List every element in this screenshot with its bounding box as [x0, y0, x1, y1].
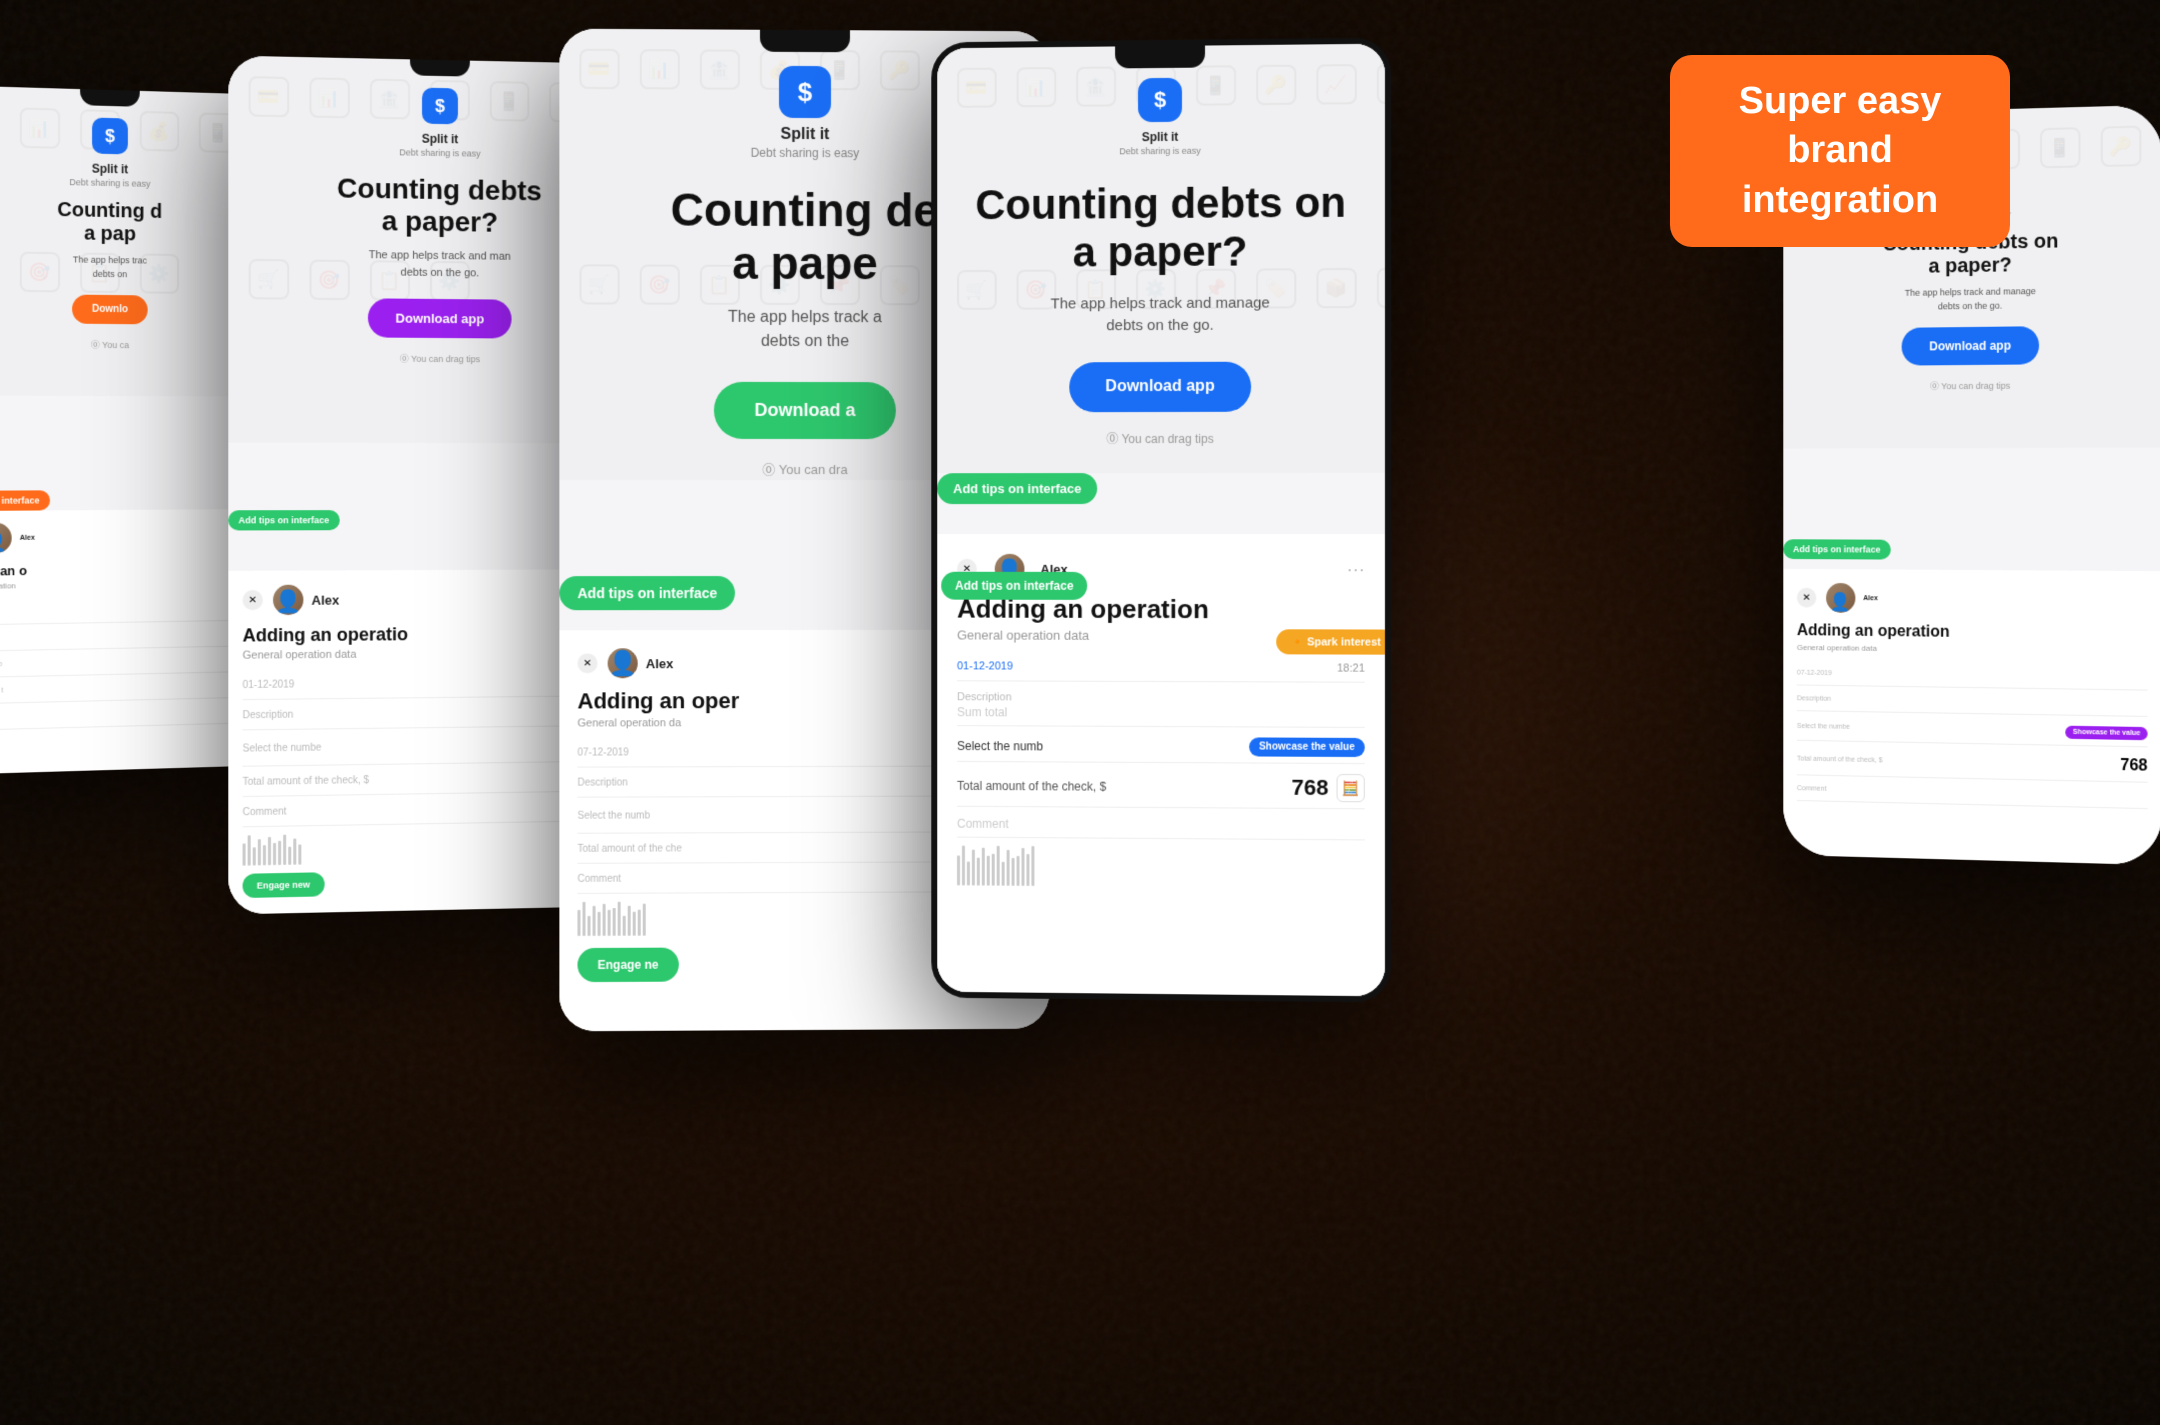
modal-user-5: Alex — [1863, 595, 1878, 602]
app-name-2: Split it — [422, 132, 459, 147]
engage-button-2[interactable]: Engage new — [243, 872, 325, 898]
phone-modal-4: ✕ 👤 Alex ⋯ Adding an operation General o… — [937, 534, 1385, 996]
app-screen-4: 💳📊🏦💰 📱🔑📈💵 🛒🎯📋⚙️ 📌🏷️📦🔔 $ Split it Debt sh… — [937, 44, 1385, 997]
app-name-1: Split it — [92, 162, 128, 177]
modal-user-1: Alex — [20, 534, 35, 541]
app-logo-3: $ — [779, 66, 831, 118]
app-logo-4: $ — [1138, 78, 1182, 122]
modal-subtitle-1: General operation — [0, 578, 265, 591]
download-button-5[interactable]: Download app — [1902, 326, 2039, 365]
notch-4 — [1115, 46, 1205, 69]
total-label-4: Total amount of the check, $ — [957, 779, 1292, 795]
notch-3 — [760, 30, 850, 52]
desc-hint-4: Sum total — [957, 705, 1365, 721]
modal-user-2: Alex — [311, 592, 339, 607]
select-label-4: Select the numb — [957, 739, 1249, 754]
showcase-badge-5: Showcase the value — [2066, 726, 2148, 741]
app-tagline-4: Debt sharing is easy — [1119, 146, 1200, 157]
app-headline-1: Counting da pap — [43, 199, 176, 247]
spark-badge: 🔸 Spark interest — [1276, 629, 1385, 654]
modal-close-3[interactable]: ✕ — [577, 653, 597, 673]
app-headline-2: Counting debtsa paper? — [317, 172, 562, 240]
modal-user-3: Alex — [646, 656, 674, 671]
app-headline-3: Counting dea pape — [641, 183, 969, 290]
modal-title-5: Adding an operation — [1797, 622, 2148, 644]
modal-avatar-5: 👤 — [1826, 583, 1855, 613]
comment-label-4: Comment — [957, 817, 1009, 831]
tip-badge-2: Add tips on interface — [228, 510, 339, 530]
tip-badge-1: Add tips on interface — [0, 490, 50, 511]
engage-button-3[interactable]: Engage ne — [577, 948, 678, 983]
app-desc-1: The app helps tracdebts on — [59, 253, 161, 281]
download-button-4[interactable]: Download app — [1070, 361, 1251, 412]
app-name-4: Split it — [1142, 130, 1179, 144]
drag-hint-3: ⓪ You can dra — [762, 459, 847, 478]
modal-avatar-2: 👤 — [273, 585, 303, 615]
app-tagline-3: Debt sharing is easy — [751, 146, 860, 160]
app-headline-4: Counting debts ona paper? — [946, 178, 1377, 277]
drag-hint-2: ⓪ You can drag tips — [400, 352, 480, 366]
phone-card-4: 💳📊🏦💰 📱🔑📈💵 🛒🎯📋⚙️ 📌🏷️📦🔔 $ Split it Debt sh… — [931, 38, 1391, 1003]
phone-modal-5: ✕ 👤 Alex Adding an operation General ope… — [1783, 569, 2160, 865]
notch-2 — [410, 59, 470, 76]
drag-hint-4: ⓪ You can drag tips — [1106, 429, 1213, 446]
download-button-1[interactable]: Downlo — [72, 295, 148, 325]
app-desc-3: The app helps track adebts on the — [698, 306, 912, 354]
tip-badge-4: Add tips on interface — [937, 473, 1097, 504]
tip-badge-3: Add tips on interface — [559, 576, 735, 610]
modal-avatar-3: 👤 — [608, 648, 638, 678]
tip-badge-5: Add tips on interface — [1783, 539, 1890, 559]
date-field-4: 01-12-2019 — [957, 660, 1013, 672]
brand-badge: Super easy brand integration — [1670, 55, 2010, 247]
download-button-3[interactable]: Download a — [714, 382, 895, 439]
modal-close-2[interactable]: ✕ — [243, 590, 263, 610]
drag-hint-5: ⓪ You can drag tips — [1930, 379, 2010, 393]
barcode-4 — [957, 846, 1365, 889]
modal-avatar-1: 👤 — [0, 523, 12, 554]
app-desc-4: The app helps track and managedebts on t… — [1021, 292, 1300, 338]
add-tips-badge-4: Add tips on interface — [941, 572, 1087, 600]
app-desc-5: The app helps track and managedebts on t… — [1891, 285, 2050, 314]
total-value-4: 768 — [1292, 775, 1329, 801]
modal-close-5[interactable]: ✕ — [1797, 588, 1816, 608]
desc-label-4: Description — [957, 691, 1365, 705]
modal-subtitle-5: General operation data — [1797, 643, 2148, 656]
app-logo-2: $ — [422, 88, 458, 125]
app-tagline-2: Debt sharing is easy — [399, 147, 480, 158]
drag-hint-1: ⓪ You ca — [91, 338, 129, 351]
download-button-2[interactable]: Download app — [367, 299, 511, 339]
app-logo-1: $ — [92, 118, 128, 155]
calculator-icon[interactable]: 🧮 — [1337, 774, 1365, 802]
notch-1 — [80, 89, 140, 107]
showcase-badge-4: Showcase the value — [1249, 737, 1365, 757]
modal-title-1: Adding an o — [0, 560, 265, 579]
app-tagline-1: Debt sharing is easy — [69, 177, 150, 189]
app-desc-2: The app helps track and mandebts on the … — [349, 247, 531, 282]
app-name-3: Split it — [781, 126, 830, 144]
